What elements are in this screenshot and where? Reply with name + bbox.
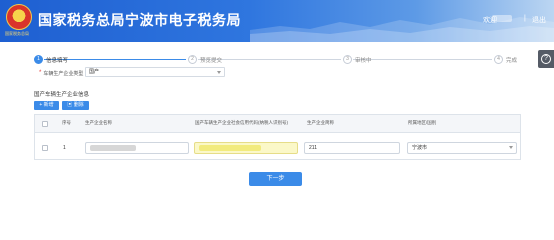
site-title: 国家税务总局宁波市电子税务局 [38,12,241,28]
step-1-circle: 1 [34,55,43,64]
table-header: 序号 生产企业名称 国产车辆生产企业社会信用代码(纳税人识别号) 生产企业简称 … [35,115,520,133]
step-4-label: 完成 [506,58,518,64]
step-2-circle: 2 [188,55,197,64]
company-name-input[interactable] [85,142,189,154]
logo-caption: 国家税务总局 [5,31,29,36]
col-name: 生产企业名称 [85,120,112,125]
col-index: 序号 [62,120,71,125]
step-line-3 [353,59,492,60]
region-value: 宁波市 [412,145,428,151]
step-3-label: 审核中 [355,58,372,64]
logout-link[interactable]: 退出 [532,15,546,25]
short-name-input[interactable]: 211 [304,142,400,154]
step-2-label: 预览提交 [200,58,223,64]
select-all-checkbox[interactable] [42,121,48,127]
user-name-redacted [492,15,512,22]
required-mark: * [39,70,42,76]
delete-button[interactable]: ▣ 删除 [62,101,89,110]
manufacturer-table: 序号 生产企业名称 国产车辆生产企业社会信用代码(纳税人识别号) 生产企业简称 … [34,114,521,160]
company-name-redacted [90,144,136,151]
row-index: 1 [63,145,66,151]
header-separator: | [524,15,526,22]
delete-label: 删除 [73,102,84,108]
vehicle-type-field: * 车辆生产企业类型 [39,69,83,77]
vehicle-type-select[interactable]: 国产 [85,67,225,77]
col-region: 所属地区/国别 [408,120,437,125]
region-select[interactable]: 宁波市 [407,142,517,154]
chevron-down-icon [217,71,221,74]
tax-emblem-logo [6,4,32,30]
step-3-circle: 3 [343,55,352,64]
add-button[interactable]: + 新增 [34,101,59,110]
step-1-label: 信息填写 [46,58,69,64]
chevron-down-icon [509,146,513,149]
credit-code-input[interactable] [194,142,298,154]
credit-code-redacted [199,144,261,151]
col-short-name: 生产企业简称 [307,120,334,125]
next-step-button[interactable]: 下一步 [249,172,302,186]
header-banner: 国家税务总局 国家税务总局宁波市电子税务局 欢迎 | 退出 [0,0,554,42]
vehicle-type-label: 车辆生产企业类型 [43,70,84,77]
help-button[interactable]: ? [538,50,554,68]
step-4-circle: 4 [494,55,503,64]
section-title: 国产车辆生产企业信息 [34,92,90,98]
vehicle-type-value: 国产 [89,69,100,75]
col-credit-code: 国产车辆生产企业社会信用代码(纳税人识别号) [195,120,288,125]
row-checkbox[interactable] [42,145,48,151]
question-icon: ? [541,54,551,64]
